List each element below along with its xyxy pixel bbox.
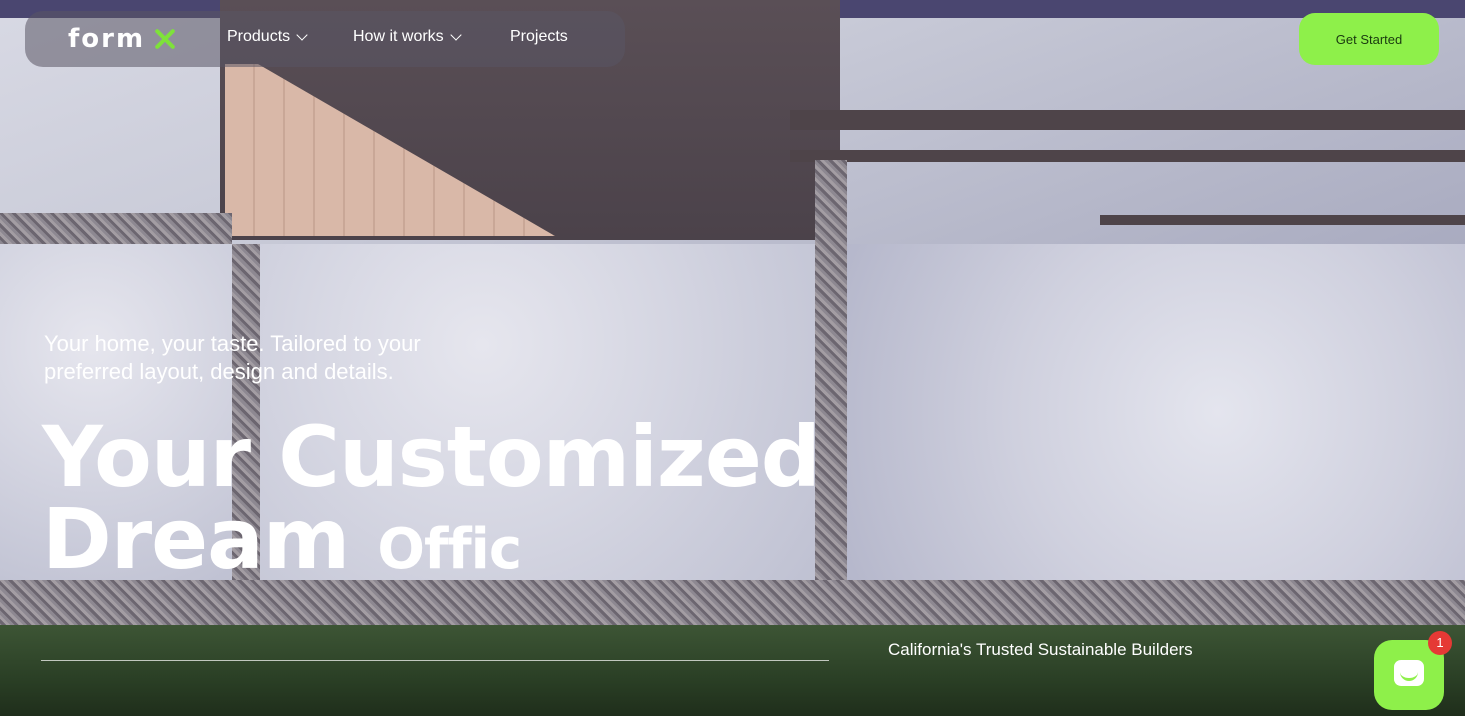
- get-started-button[interactable]: Get Started: [1299, 13, 1439, 65]
- nav-products-label: Products: [227, 28, 291, 45]
- nav-how-it-works-label: How it works: [353, 28, 444, 45]
- nav-projects[interactable]: Projects: [510, 28, 568, 46]
- nav-projects-label: Projects: [510, 28, 568, 45]
- nav-products[interactable]: Products: [227, 28, 308, 46]
- headline-line-1: Your Customized: [42, 408, 821, 506]
- pergola-beam: [790, 110, 1465, 130]
- grass: [0, 625, 1465, 716]
- gravel-strip: [0, 213, 232, 244]
- logo[interactable]: form: [68, 26, 177, 52]
- divider: [41, 660, 829, 661]
- hero-headline: Your Customized Dream Offic: [42, 408, 821, 589]
- headline-line-2: Dream Offic: [42, 490, 820, 589]
- chevron-down-icon: [296, 29, 308, 41]
- chevron-down-icon: [450, 29, 462, 41]
- tagline: California's Trusted Sustainable Builder…: [888, 640, 1193, 659]
- headline-typed-word: Offic: [377, 517, 522, 582]
- logo-text: form: [68, 24, 146, 54]
- pergola-beam: [790, 150, 1465, 162]
- headline-word: Dream: [42, 490, 350, 588]
- chat-badge: 1: [1428, 631, 1452, 655]
- nav-how-it-works[interactable]: How it works: [353, 28, 462, 46]
- logo-x-icon: [153, 27, 177, 51]
- pergola-beam: [1100, 215, 1465, 225]
- concrete-slab: [847, 244, 1465, 580]
- hero-subtitle: Your home, your taste. Tailored to your …: [44, 331, 421, 384]
- chat-icon: [1394, 660, 1424, 686]
